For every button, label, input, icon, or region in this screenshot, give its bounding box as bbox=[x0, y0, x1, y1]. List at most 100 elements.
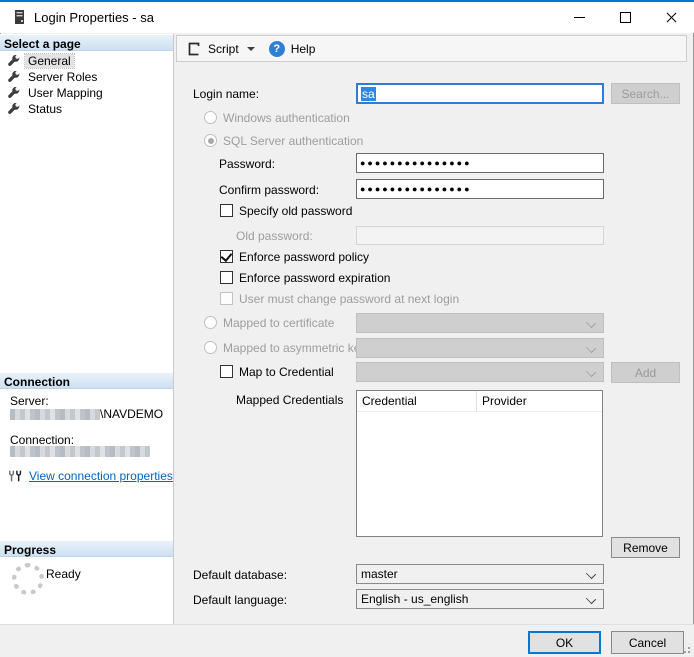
sidebar: Select a page General Server Roles User … bbox=[0, 34, 174, 624]
sidebar-item-label: Status bbox=[25, 102, 65, 116]
redacted-connection-name bbox=[10, 446, 150, 457]
login-properties-dialog: Login Properties - sa Select a page Gene… bbox=[0, 0, 694, 657]
login-name-input[interactable]: sa bbox=[356, 83, 604, 104]
title-bar: Login Properties - sa bbox=[0, 2, 694, 33]
server-icon bbox=[12, 9, 27, 26]
old-password-input bbox=[356, 226, 604, 245]
confirm-password-mask: ●●●●●●●●●●●●●●● bbox=[360, 184, 472, 194]
must-change-password-checkbox bbox=[220, 292, 233, 305]
minimize-icon bbox=[574, 17, 585, 18]
chevron-down-icon bbox=[586, 318, 596, 328]
view-connection-properties-row: View connection properties bbox=[8, 469, 173, 483]
wrench-icon bbox=[8, 55, 20, 67]
specify-old-password-label: Specify old password bbox=[239, 204, 352, 218]
progress-status: Ready bbox=[46, 567, 81, 581]
add-button[interactable]: Add bbox=[611, 362, 680, 383]
certificate-select bbox=[356, 313, 604, 333]
sidebar-item-status[interactable]: Status bbox=[0, 101, 173, 117]
wrench-icon bbox=[8, 87, 20, 99]
chevron-down-icon bbox=[586, 343, 596, 353]
default-language-select[interactable]: English - us_english bbox=[356, 589, 604, 609]
radio-dot bbox=[208, 138, 214, 144]
close-icon bbox=[666, 12, 677, 23]
mapped-credentials-label: Mapped Credentials bbox=[236, 393, 343, 407]
maximize-button[interactable] bbox=[602, 2, 648, 32]
enforce-password-expiration-label: Enforce password expiration bbox=[239, 271, 390, 285]
asymmetric-key-select bbox=[356, 338, 604, 358]
sidebar-item-label: Server Roles bbox=[25, 70, 100, 84]
toolbar: Script ? Help bbox=[176, 35, 687, 62]
enforce-password-expiration-checkbox[interactable] bbox=[220, 271, 233, 284]
sql-authentication-label: SQL Server authentication bbox=[223, 134, 363, 148]
chevron-down-icon bbox=[586, 569, 596, 579]
checkmark-icon bbox=[221, 250, 233, 262]
server-suffix: \NAVDEMO bbox=[100, 407, 163, 421]
password-label: Password: bbox=[219, 157, 275, 171]
sidebar-item-server-roles[interactable]: Server Roles bbox=[0, 69, 173, 85]
chevron-down-icon bbox=[586, 594, 596, 604]
sidebar-item-label: General bbox=[25, 54, 74, 68]
confirm-password-input[interactable]: ●●●●●●●●●●●●●●● bbox=[356, 179, 604, 199]
old-password-label: Old password: bbox=[236, 229, 313, 243]
remove-button[interactable]: Remove bbox=[611, 537, 680, 558]
confirm-password-label: Confirm password: bbox=[219, 183, 319, 197]
maximize-icon bbox=[620, 12, 631, 23]
mapped-to-certificate-radio bbox=[204, 316, 217, 329]
close-button[interactable] bbox=[648, 2, 694, 32]
mapped-to-certificate-label: Mapped to certificate bbox=[223, 316, 334, 330]
default-language-value: English - us_english bbox=[361, 592, 468, 606]
specify-old-password-checkbox[interactable] bbox=[220, 204, 233, 217]
enforce-password-policy-label: Enforce password policy bbox=[239, 250, 369, 264]
default-language-label: Default language: bbox=[193, 593, 287, 607]
view-connection-properties-link[interactable]: View connection properties bbox=[29, 469, 173, 483]
sql-authentication-radio[interactable] bbox=[204, 134, 217, 147]
help-icon: ? bbox=[269, 41, 285, 57]
window-title: Login Properties - sa bbox=[34, 10, 154, 25]
minimize-button[interactable] bbox=[556, 2, 602, 32]
chevron-down-icon bbox=[586, 367, 596, 377]
cancel-button[interactable]: Cancel bbox=[611, 631, 684, 654]
sidebar-item-user-mapping[interactable]: User Mapping bbox=[0, 85, 173, 101]
windows-authentication-radio[interactable] bbox=[204, 111, 217, 124]
credential-select bbox=[356, 362, 604, 382]
wrench-icon bbox=[8, 103, 20, 115]
connection-value bbox=[10, 446, 150, 460]
redacted-server-name bbox=[10, 409, 100, 420]
mapped-credentials-table[interactable]: Credential Provider bbox=[356, 390, 603, 537]
login-name-value: sa bbox=[361, 87, 376, 101]
connection-label: Connection: bbox=[10, 433, 74, 447]
default-database-label: Default database: bbox=[193, 568, 287, 582]
map-to-credential-label: Map to Credential bbox=[239, 365, 334, 379]
help-button[interactable]: Help bbox=[291, 42, 316, 56]
server-value: \NAVDEMO bbox=[10, 407, 163, 421]
login-name-label: Login name: bbox=[193, 87, 259, 101]
connection-properties-icon bbox=[8, 469, 24, 483]
sidebar-item-label: User Mapping bbox=[25, 86, 106, 100]
default-database-value: master bbox=[361, 567, 398, 581]
must-change-password-label: User must change password at next login bbox=[239, 292, 459, 306]
default-database-select[interactable]: master bbox=[356, 564, 604, 584]
script-icon bbox=[186, 41, 202, 57]
progress-spinner-icon bbox=[12, 563, 44, 595]
select-a-page-header: Select a page bbox=[0, 35, 173, 51]
windows-authentication-label: Windows authentication bbox=[223, 111, 350, 125]
column-header-provider[interactable]: Provider bbox=[477, 391, 527, 411]
password-mask: ●●●●●●●●●●●●●●● bbox=[360, 158, 472, 168]
mapped-to-asymmetric-key-radio bbox=[204, 341, 217, 354]
map-to-credential-checkbox[interactable] bbox=[220, 365, 233, 378]
column-header-credential[interactable]: Credential bbox=[357, 391, 477, 411]
progress-header: Progress bbox=[0, 541, 173, 557]
enforce-password-policy-checkbox[interactable] bbox=[220, 250, 233, 263]
password-input[interactable]: ●●●●●●●●●●●●●●● bbox=[356, 153, 604, 173]
server-label: Server: bbox=[10, 394, 49, 408]
wrench-icon bbox=[8, 71, 20, 83]
search-button[interactable]: Search... bbox=[611, 83, 680, 104]
connection-header: Connection bbox=[0, 373, 173, 389]
sidebar-item-general[interactable]: General bbox=[0, 53, 173, 69]
table-header-row: Credential Provider bbox=[357, 391, 602, 412]
ok-button[interactable]: OK bbox=[528, 631, 601, 654]
script-button[interactable]: Script bbox=[208, 42, 239, 56]
script-dropdown-icon[interactable] bbox=[247, 47, 255, 51]
mapped-to-asymmetric-key-label: Mapped to asymmetric key bbox=[223, 341, 366, 355]
resize-grip[interactable] bbox=[688, 651, 690, 653]
